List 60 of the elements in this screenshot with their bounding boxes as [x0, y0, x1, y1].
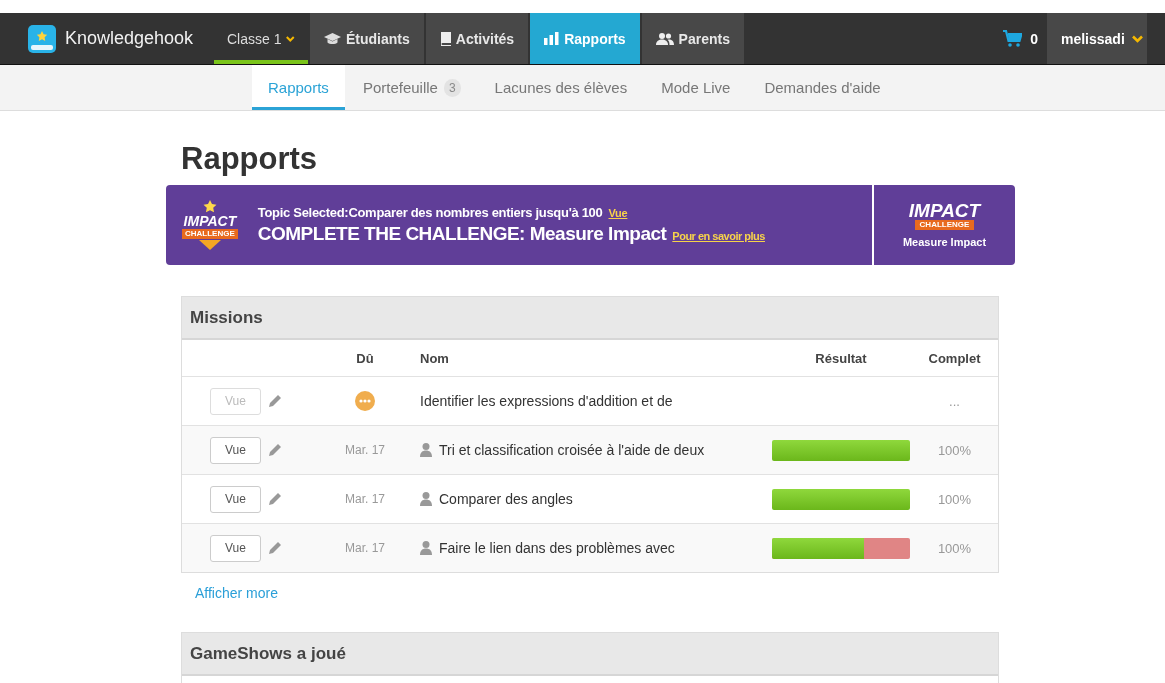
due-date: Mar. 17	[345, 492, 385, 506]
brand-name: Knowledgehook	[65, 28, 194, 49]
user-menu[interactable]: melissadi	[1047, 13, 1147, 64]
pencil-icon[interactable]	[268, 443, 282, 457]
caret-icon	[286, 34, 295, 43]
logo-icon	[28, 24, 56, 53]
sub-tab[interactable]: Demandes d'aide	[748, 65, 897, 110]
due-date: Mar. 17	[345, 541, 385, 555]
completion-value: 100%	[937, 442, 972, 458]
measure-label: Measure Impact	[902, 236, 987, 248]
nav-tab[interactable]: Parents	[641, 13, 744, 64]
person-icon	[420, 443, 432, 457]
due-date: Mar. 17	[345, 443, 385, 457]
person-icon	[420, 492, 432, 506]
topic-text: Topic Selected:Comparer des nombres entiers jusqu'à 100	[257, 205, 603, 220]
sub-tab[interactable]: Lacunes des élèves	[478, 65, 644, 110]
mission-name: Identifier les expressions d'addition et de	[420, 393, 673, 409]
column-header: Dû	[356, 350, 374, 366]
pending-icon	[355, 391, 375, 411]
person-icon	[420, 541, 432, 555]
badge-title: IMPACT	[183, 214, 237, 228]
users-icon	[655, 32, 674, 45]
view-button[interactable]: Vue	[210, 534, 261, 562]
sub-tab[interactable]: Rapports	[252, 65, 345, 110]
learn-more-link[interactable]: Pour en savoir plus	[672, 230, 765, 242]
completion-value: ...	[949, 393, 960, 409]
cart-button[interactable]: 0	[994, 13, 1047, 64]
pencil-icon[interactable]	[268, 541, 282, 555]
show-more-link[interactable]: Afficher more	[195, 585, 278, 601]
view-link[interactable]: Vue	[608, 207, 628, 219]
pencil-icon[interactable]	[268, 492, 282, 506]
column-header: Complet	[928, 350, 981, 366]
nav-tab[interactable]: Activités	[425, 13, 529, 64]
completion-value: 100%	[937, 540, 972, 556]
logo-title: IMPACT	[908, 202, 981, 220]
view-button[interactable]: Vue	[210, 485, 261, 513]
mission-name: Tri et classification croisée à l'aide de deux	[439, 442, 705, 458]
badge-subtitle: CHALLENGE	[182, 229, 238, 239]
column-header: Nom	[420, 350, 449, 366]
book-icon	[439, 31, 451, 46]
sub-tab[interactable]: Portefeuille 3	[346, 65, 477, 110]
view-button[interactable]: Vue	[210, 436, 261, 464]
mission-name: Faire le lien dans des problèmes avec	[439, 540, 675, 556]
logo-subtitle: CHALLENGE	[914, 220, 975, 230]
challenge-headline: COMPLETE THE CHALLENGE: Measure Impact	[257, 223, 667, 244]
nav-tab[interactable]: Étudiants	[310, 13, 424, 64]
bar-chart-icon	[544, 32, 560, 45]
column-header: Résultat	[815, 350, 867, 366]
caret-icon	[1131, 34, 1143, 43]
count-badge: 3	[443, 78, 461, 97]
sub-tab[interactable]: Mode Live	[645, 65, 747, 110]
panel-title: Missions	[190, 307, 263, 328]
panel-title: GameShows a joué	[190, 643, 346, 664]
star-icon	[202, 200, 217, 213]
completion-value: 100%	[937, 491, 972, 507]
graduation-cap-icon	[324, 32, 341, 45]
page-title: Rapports	[181, 141, 319, 177]
mission-name: Comparer des angles	[439, 491, 573, 507]
cart-icon	[1003, 30, 1023, 47]
pencil-icon[interactable]	[268, 394, 282, 408]
